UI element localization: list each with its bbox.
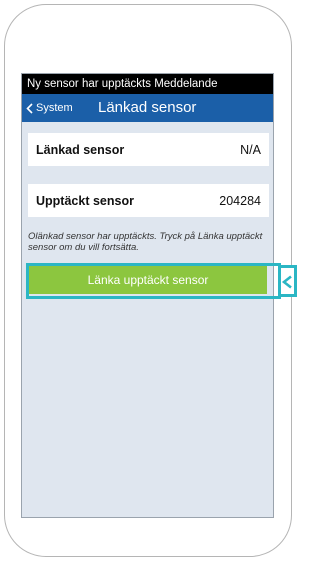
info-message: Olänkad sensor har upptäckts. Tryck på L… <box>28 231 263 253</box>
page-title: Länkad sensor <box>98 99 197 116</box>
linked-sensor-label: Länkad sensor <box>36 142 125 157</box>
link-detected-sensor-button[interactable]: Länka upptäckt sensor <box>29 266 267 294</box>
back-button[interactable]: System <box>26 94 73 122</box>
link-detected-sensor-label: Länka upptäckt sensor <box>87 273 209 287</box>
detected-sensor-value: 204284 <box>219 193 261 208</box>
linked-sensor-value: N/A <box>240 142 261 157</box>
back-button-label: System <box>36 102 73 114</box>
detected-sensor-row: Upptäckt sensor 204284 <box>28 184 269 217</box>
navigation-bar: System Länkad sensor <box>22 94 273 122</box>
chevron-left-icon <box>26 102 33 114</box>
chevron-left-icon <box>281 275 292 289</box>
linked-sensor-row: Länkad sensor N/A <box>28 133 269 166</box>
callout-pointer <box>281 265 297 297</box>
notification-text: Ny sensor har upptäckts Meddelande <box>27 78 218 90</box>
app-screen: Ny sensor har upptäckts Meddelande Syste… <box>21 73 274 518</box>
detected-sensor-label: Upptäckt sensor <box>36 193 134 208</box>
notification-banner[interactable]: Ny sensor har upptäckts Meddelande <box>22 74 273 94</box>
